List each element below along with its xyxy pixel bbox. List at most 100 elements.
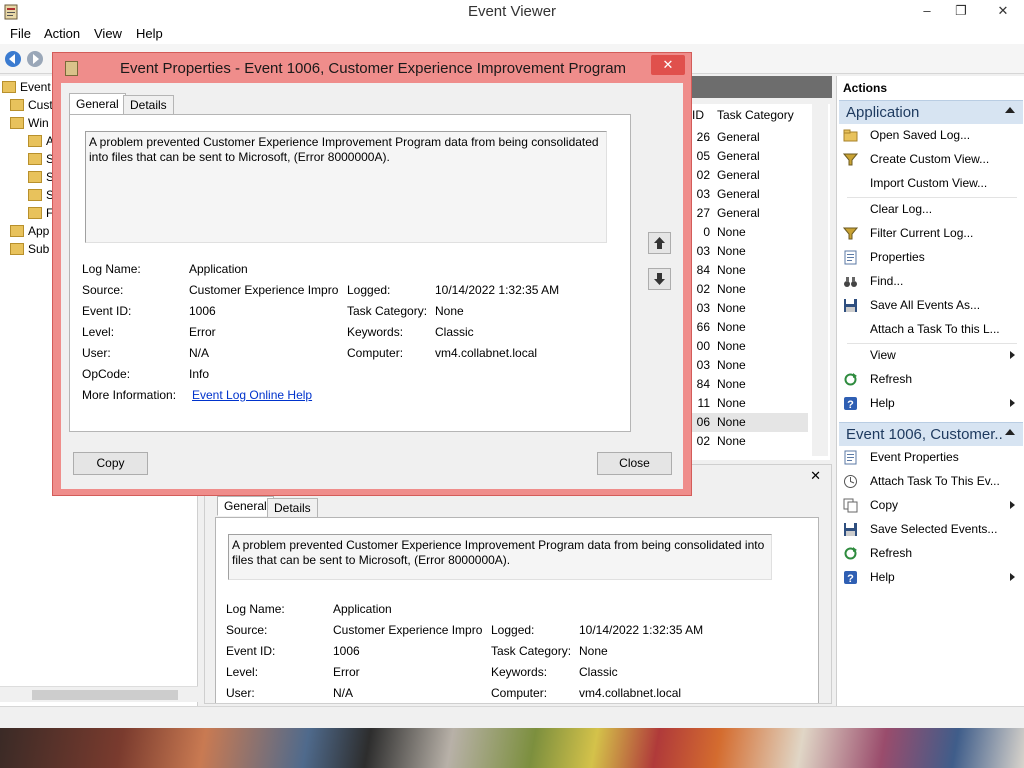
event-row[interactable]: 84 None	[688, 375, 808, 394]
action-attach-task-to-this-ev[interactable]: Attach Task To This Ev...	[843, 470, 1021, 492]
tree-item-forwarded[interactable]: F	[28, 204, 53, 222]
dialog-value-task-category: None	[435, 304, 464, 318]
tree-item-application[interactable]: A	[28, 132, 54, 150]
tree-item-custom-views[interactable]: Cust	[10, 96, 53, 114]
event-log-online-help-link[interactable]: Event Log Online Help	[192, 388, 312, 402]
event-row[interactable]: 05 General	[688, 147, 808, 166]
event-row[interactable]: 03 None	[688, 356, 808, 375]
close-button[interactable]: Close	[597, 452, 672, 475]
action-event-properties[interactable]: Event Properties	[843, 446, 1021, 468]
event-row[interactable]: 03 None	[688, 242, 808, 261]
copy-button[interactable]: Copy	[73, 452, 148, 475]
collapse-arrow-icon[interactable]	[1005, 429, 1015, 435]
event-row[interactable]: 02 None	[688, 280, 808, 299]
menu-action[interactable]: Action	[44, 26, 80, 41]
menu-file[interactable]: File	[10, 26, 31, 41]
tree-item-windows-logs[interactable]: Win	[10, 114, 49, 132]
action-copy[interactable]: Copy	[843, 494, 1021, 516]
tree-horizontal-scrollbar[interactable]	[0, 686, 198, 702]
forward-arrow-icon[interactable]	[26, 50, 44, 68]
menu-help[interactable]: Help	[136, 26, 163, 41]
column-header-task-category[interactable]: Task Category	[717, 104, 794, 126]
previous-event-button[interactable]	[648, 232, 671, 254]
event-id-cell: 0	[703, 225, 710, 239]
action-create-custom-view[interactable]: Create Custom View...	[842, 148, 1021, 170]
refresh-icon	[843, 546, 858, 561]
tree-item-security[interactable]: S	[28, 150, 54, 168]
copy-icon	[843, 498, 858, 513]
action-refresh[interactable]: Refresh	[843, 542, 1021, 564]
action-view[interactable]: View	[843, 344, 1021, 366]
task-category-cell: None	[717, 415, 746, 429]
restore-button[interactable]: ❐	[946, 0, 976, 22]
preview-tab-details[interactable]: Details	[267, 498, 318, 518]
menu-view[interactable]: View	[94, 26, 122, 41]
action-attach-a-task-to-this-l[interactable]: Attach a Task To this L...	[843, 318, 1021, 340]
action-save-selected-events[interactable]: Save Selected Events...	[843, 518, 1021, 540]
actions-section-application[interactable]: Application	[839, 100, 1023, 124]
event-row[interactable]: 00 None	[688, 337, 808, 356]
window-close-button[interactable]: ✕	[984, 0, 1022, 22]
event-row[interactable]: 03 General	[688, 185, 808, 204]
filter-icon	[842, 152, 859, 167]
event-id-cell: 84	[696, 377, 710, 391]
preview-message: A problem prevented Customer Experience …	[228, 534, 772, 580]
tree-item-system[interactable]: S	[28, 186, 54, 204]
action-save-all-events-as[interactable]: Save All Events As...	[843, 294, 1021, 316]
event-row[interactable]: 02 None	[688, 432, 808, 451]
action-help[interactable]: ? Help	[843, 566, 1021, 588]
event-row[interactable]: 11 None	[688, 394, 808, 413]
dialog-value-level: Error	[189, 325, 216, 339]
minimize-button[interactable]: –	[912, 0, 942, 22]
dialog-tab-general[interactable]: General	[69, 93, 126, 115]
back-arrow-icon[interactable]	[4, 50, 22, 68]
event-row[interactable]: 66 None	[688, 318, 808, 337]
event-row[interactable]: 84 None	[688, 261, 808, 280]
action-find[interactable]: Find...	[843, 270, 1021, 292]
action-refresh[interactable]: Refresh	[843, 368, 1021, 390]
action-label: Help	[870, 396, 895, 410]
tree-item-applications-services[interactable]: App	[10, 222, 49, 240]
preview-label-user: User:	[226, 686, 255, 700]
collapse-arrow-icon[interactable]	[1005, 107, 1015, 113]
event-list-scrollbar[interactable]	[812, 104, 828, 456]
action-clear-log[interactable]: Clear Log...	[843, 198, 1021, 220]
action-help[interactable]: ? Help	[843, 392, 1021, 414]
action-label: Copy	[870, 498, 899, 512]
svg-text:?: ?	[847, 399, 854, 411]
tree-item-setup[interactable]: S	[28, 168, 54, 186]
scroll-thumb[interactable]	[32, 690, 178, 700]
actions-section-event[interactable]: Event 1006, Customer...	[839, 422, 1023, 446]
event-row[interactable]: 02 General	[688, 166, 808, 185]
event-row[interactable]: 06 None	[688, 413, 808, 432]
column-header-id[interactable]: ID	[692, 104, 704, 126]
next-event-button[interactable]	[648, 268, 671, 290]
event-row[interactable]: 0 None	[688, 223, 808, 242]
preview-label-event-id: Event ID:	[226, 644, 276, 658]
tree-item-subscriptions[interactable]: Sub	[10, 240, 49, 258]
action-label: Event Properties	[870, 450, 959, 464]
folder-icon	[843, 128, 858, 143]
dialog-close-icon[interactable]: ✕	[651, 55, 685, 75]
preview-label-log-name: Log Name:	[226, 602, 285, 616]
action-import-custom-view[interactable]: Import Custom View...	[843, 172, 1021, 194]
action-filter-current-log[interactable]: Filter Current Log...	[842, 222, 1021, 244]
action-open-saved-log[interactable]: Open Saved Log...	[843, 124, 1021, 146]
preview-close-icon[interactable]: ✕	[810, 468, 821, 484]
preview-tab-general[interactable]: General	[217, 496, 274, 516]
preview-label-source: Source:	[226, 623, 268, 637]
event-row[interactable]: 27 General	[688, 204, 808, 223]
event-id-cell: 02	[696, 434, 710, 448]
event-row[interactable]: 03 None	[688, 299, 808, 318]
event-id-cell: 84	[696, 263, 710, 277]
event-id-cell: 03	[696, 301, 710, 315]
event-list: ID Task Category 26 General 05 General 02 Gen…	[688, 104, 830, 460]
event-row[interactable]: 26 General	[688, 128, 808, 147]
action-properties[interactable]: Properties	[843, 246, 1021, 268]
dialog-general-panel: A problem prevented Customer Experience …	[69, 114, 631, 432]
action-label: Refresh	[870, 546, 913, 560]
event-id-cell: 02	[696, 282, 710, 296]
dialog-tab-details[interactable]: Details	[123, 95, 174, 115]
event-id-cell: 26	[696, 130, 710, 144]
action-label: Filter Current Log...	[870, 226, 974, 240]
